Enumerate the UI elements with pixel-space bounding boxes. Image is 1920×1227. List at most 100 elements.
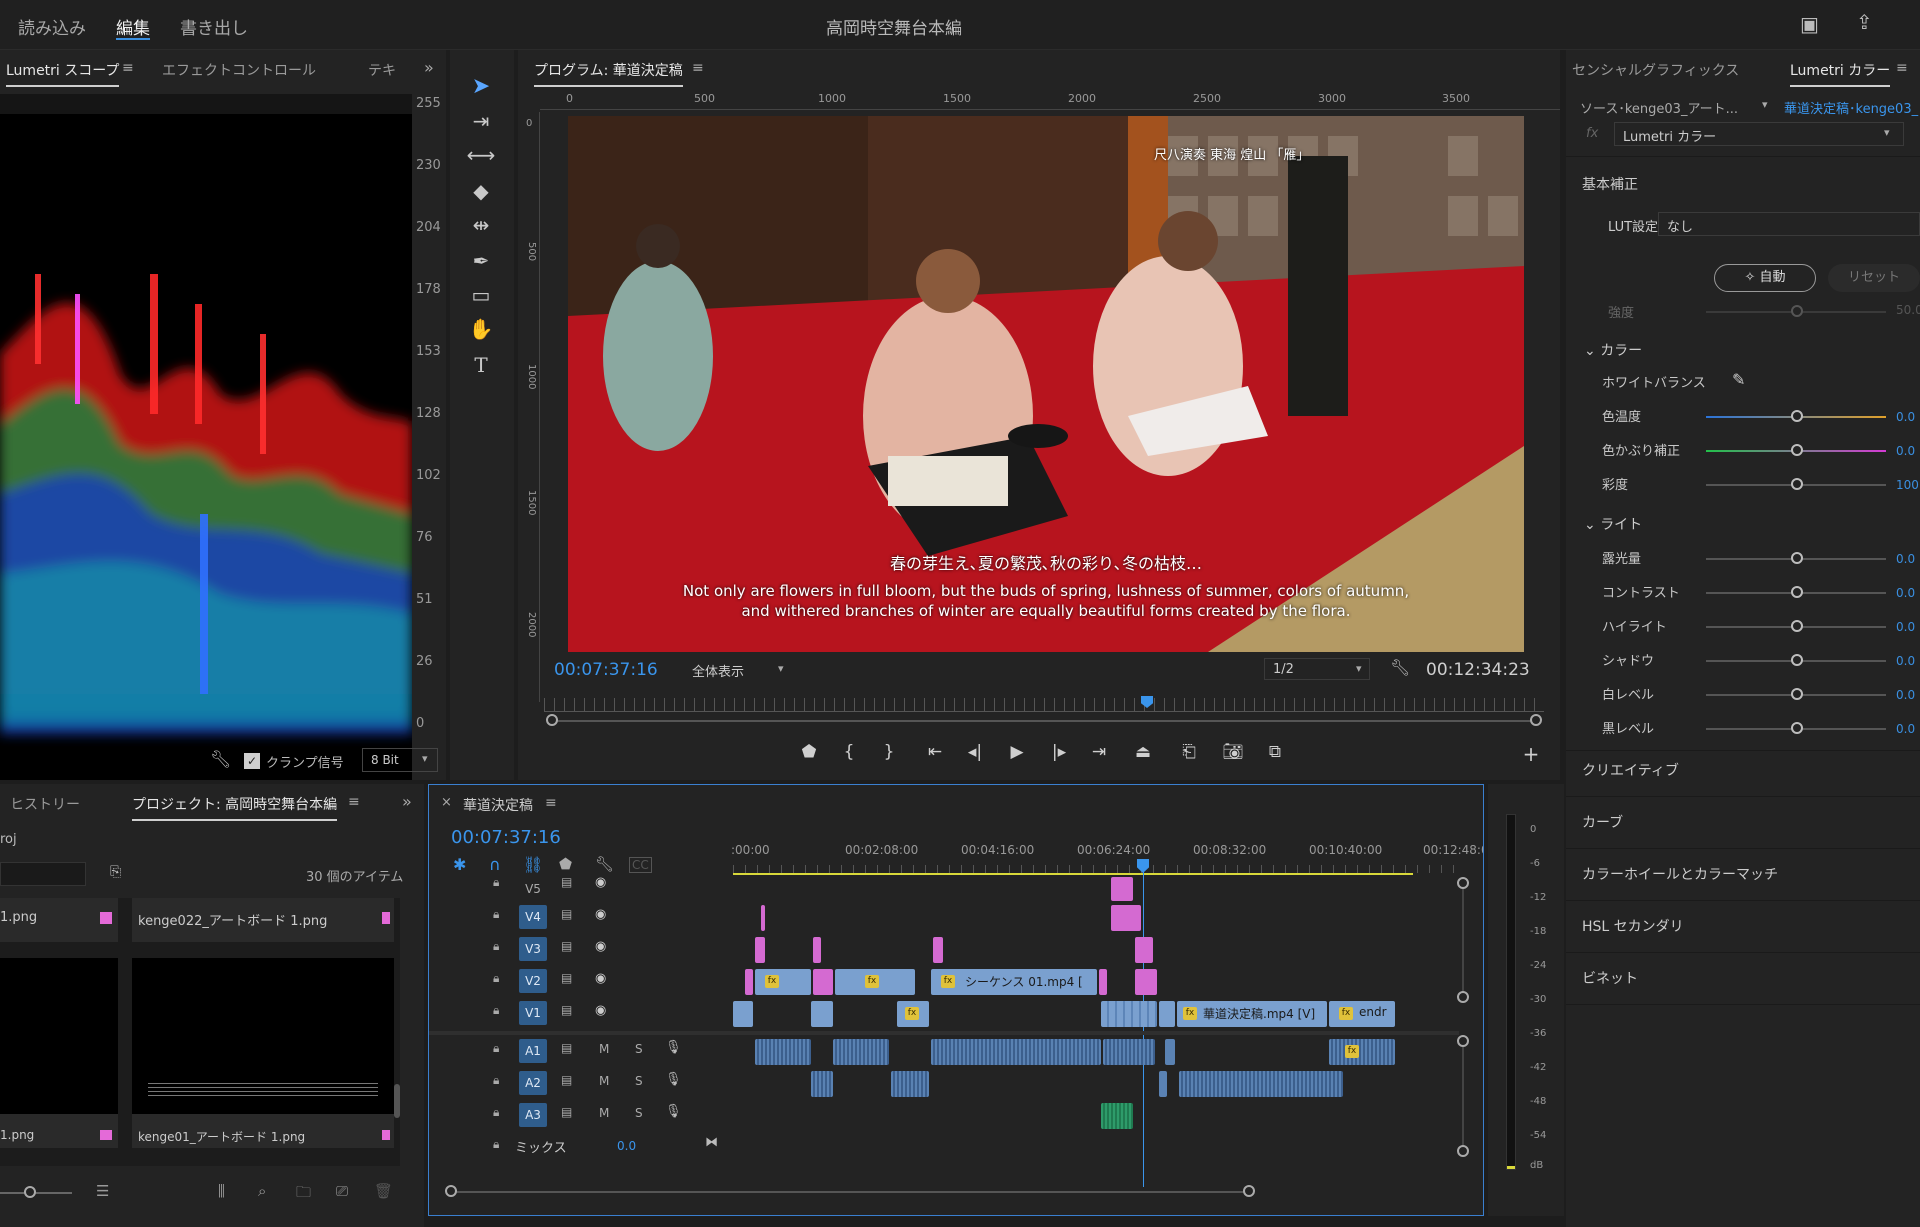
- linked-selection-icon[interactable]: ⛓: [523, 855, 543, 874]
- menu-export[interactable]: 書き出し: [180, 14, 248, 39]
- sequence-tab[interactable]: 華道決定稿: [463, 795, 533, 815]
- sync-icon[interactable]: ▤: [561, 1073, 572, 1087]
- section-hsl-secondary[interactable]: HSL セカンダリ: [1582, 916, 1684, 936]
- track-label-v4[interactable]: V4: [519, 905, 547, 929]
- audio-scroll-top-handle[interactable]: [1457, 1035, 1469, 1047]
- clip[interactable]: [733, 1001, 753, 1027]
- audio-clip[interactable]: [755, 1039, 811, 1065]
- eye-icon[interactable]: ◉: [595, 939, 606, 954]
- lock-icon[interactable]: 🔒︎: [493, 875, 499, 890]
- audio-clip[interactable]: [891, 1071, 929, 1097]
- clip[interactable]: [933, 937, 943, 963]
- temperature-knob[interactable]: [1791, 410, 1803, 422]
- sync-icon[interactable]: ▤: [561, 875, 572, 889]
- intensity-knob[interactable]: [1791, 305, 1803, 317]
- audio-clip[interactable]: [811, 1071, 833, 1097]
- clip[interactable]: fx: [897, 1001, 929, 1027]
- color-section-toggle[interactable]: ⌄ カラー: [1584, 340, 1642, 360]
- mark-out-icon[interactable]: }: [876, 742, 902, 762]
- timeline-timecode[interactable]: 00:07:37:16: [451, 827, 561, 848]
- sync-icon[interactable]: ▤: [561, 907, 572, 921]
- wrench-icon[interactable]: 🔧︎: [210, 750, 232, 770]
- list-item[interactable]: kenge01_アートボード 1.png: [132, 958, 394, 1148]
- vertical-scroll-top-handle[interactable]: [1457, 877, 1469, 889]
- go-to-out-icon[interactable]: ⇥: [1086, 742, 1112, 762]
- lock-icon[interactable]: 🔒︎: [493, 1137, 499, 1152]
- timeline-settings-icon[interactable]: 🔧︎: [595, 855, 614, 873]
- track-label-v2[interactable]: V2: [519, 969, 547, 993]
- export-frame-icon[interactable]: 📷︎: [1220, 742, 1246, 762]
- eye-icon[interactable]: ◉: [595, 1003, 606, 1018]
- shadows-value[interactable]: 0.0: [1896, 654, 1915, 668]
- tab-lumetri-color[interactable]: Lumetri カラー: [1790, 60, 1891, 87]
- source-clip-label[interactable]: ソース･kenge03_アート...: [1580, 98, 1738, 117]
- lift-icon[interactable]: ⏏: [1130, 742, 1156, 762]
- zoom-scrollbar[interactable]: [552, 720, 1536, 722]
- new-item-icon[interactable]: ⎚: [336, 1182, 348, 1200]
- menu-edit[interactable]: 編集: [116, 14, 150, 39]
- saturation-knob[interactable]: [1791, 478, 1803, 490]
- thumbnail-size-slider[interactable]: [0, 1192, 72, 1194]
- resolution-select[interactable]: 1/2: [1264, 658, 1370, 680]
- work-area-bar[interactable]: [733, 873, 1413, 875]
- zoom-handle-left[interactable]: [546, 714, 558, 726]
- slip-tool-icon[interactable]: ⇹: [466, 210, 496, 240]
- panel-overflow-icon[interactable]: »: [424, 58, 434, 77]
- clip[interactable]: [1111, 877, 1133, 901]
- mute-button[interactable]: M: [599, 1042, 609, 1056]
- clip[interactable]: fx: [755, 969, 811, 995]
- track-label-a2[interactable]: A2: [519, 1071, 547, 1095]
- sync-icon[interactable]: ▤: [561, 1003, 572, 1017]
- eye-icon[interactable]: ◉: [595, 971, 606, 986]
- clip[interactable]: fx シーケンス 01.mp4 [: [931, 969, 1097, 995]
- audio-clip[interactable]: [931, 1039, 1101, 1065]
- clip[interactable]: [1099, 969, 1107, 995]
- shadows-knob[interactable]: [1791, 654, 1803, 666]
- tab-project[interactable]: プロジェクト: 高岡時空舞台本編: [132, 794, 338, 821]
- lock-icon[interactable]: 🔒︎: [493, 1073, 499, 1088]
- scopes-menu-icon[interactable]: ≡: [122, 60, 134, 76]
- contrast-value[interactable]: 0.0: [1896, 586, 1915, 600]
- eyedropper-icon[interactable]: ✎: [1732, 370, 1745, 389]
- solo-button[interactable]: S: [635, 1074, 643, 1088]
- reset-button[interactable]: リセット: [1828, 264, 1920, 292]
- audio-clip[interactable]: [1179, 1071, 1343, 1097]
- light-section-toggle[interactable]: ⌄ ライト: [1584, 514, 1642, 534]
- audio-clip[interactable]: [1165, 1039, 1175, 1065]
- list-item[interactable]: kenge022_アートボード 1.png: [132, 898, 394, 942]
- effect-select[interactable]: Lumetri カラー: [1614, 122, 1904, 146]
- clamp-checkbox[interactable]: ✓: [244, 753, 260, 769]
- eye-icon[interactable]: ◉: [595, 875, 606, 890]
- lock-icon[interactable]: 🔒︎: [493, 971, 499, 986]
- close-icon[interactable]: ×: [441, 795, 452, 810]
- track-label-v1[interactable]: V1: [519, 1001, 547, 1025]
- comparison-view-icon[interactable]: ⧉: [1262, 742, 1288, 762]
- trash-icon[interactable]: 🗑︎: [374, 1182, 393, 1200]
- list-item[interactable]: 1.png: [0, 958, 118, 1148]
- auto-button[interactable]: ✧ 自動: [1714, 264, 1816, 292]
- eye-icon[interactable]: ◉: [595, 907, 606, 922]
- clip[interactable]: fx endr: [1329, 1001, 1395, 1027]
- scrubber-ruler[interactable]: [544, 698, 1544, 712]
- menu-import[interactable]: 読み込み: [18, 14, 86, 39]
- snap-icon[interactable]: ∩: [489, 855, 501, 874]
- exposure-knob[interactable]: [1791, 552, 1803, 564]
- new-search-bin-icon[interactable]: ⎘: [110, 864, 121, 880]
- nest-icon[interactable]: ✱: [453, 855, 466, 874]
- exposure-value[interactable]: 0.0: [1896, 552, 1915, 566]
- rectangle-tool-icon[interactable]: ▭: [466, 280, 496, 310]
- target-clip-label[interactable]: 華道決定稿･kenge03_: [1784, 98, 1918, 117]
- new-bin-icon[interactable]: 🗀︎: [296, 1182, 311, 1207]
- clip[interactable]: [811, 1001, 833, 1027]
- clip[interactable]: [1135, 937, 1153, 963]
- clip[interactable]: [813, 969, 833, 995]
- clip[interactable]: fx 華道決定稿.mp4 [V]: [1177, 1001, 1327, 1027]
- audio-clip[interactable]: [1101, 1103, 1133, 1129]
- playhead-timecode[interactable]: 00:07:37:16: [554, 660, 658, 680]
- play-icon[interactable]: ▶: [1004, 742, 1030, 762]
- horizontal-scroll-track[interactable]: [451, 1191, 1251, 1193]
- sort-icon[interactable]: ☰: [96, 1182, 109, 1200]
- highlights-value[interactable]: 0.0: [1896, 620, 1915, 634]
- settings-wrench-icon[interactable]: 🔧︎: [1390, 658, 1410, 677]
- horizontal-scroll-right-handle[interactable]: [1243, 1185, 1255, 1197]
